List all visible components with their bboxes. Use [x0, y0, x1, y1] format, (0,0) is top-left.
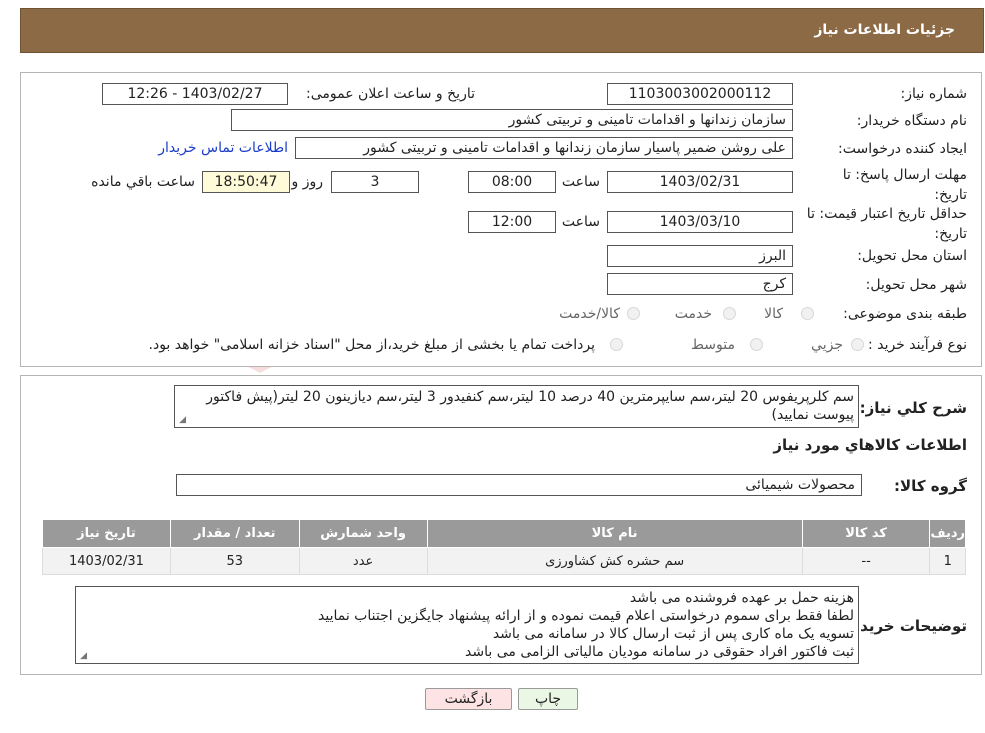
- deadline-time-label: ساعت: [561, 174, 600, 190]
- goods-group-label: گروه کالا:: [894, 477, 967, 495]
- process-radio-treasury[interactable]: [610, 338, 623, 351]
- process-option-medium: متوسط: [691, 337, 735, 353]
- table-row: 1 -- سم حشره کش کشاورزی عدد 53 1403/02/3…: [42, 547, 966, 575]
- price-valid-time-label: ساعت: [561, 214, 600, 230]
- remaining-time-field: 18:50:47: [202, 171, 290, 193]
- note-line: هزینه حمل بر عهده فروشنده می باشد: [629, 590, 854, 606]
- process-radio-medium[interactable]: [750, 338, 763, 351]
- page-title: جزئیات اطلاعات نیاز: [814, 22, 955, 38]
- price-valid-label: حداقل تاریخ اعتبار قیمت: تا تاریخ:: [806, 206, 967, 242]
- summary-label: شرح کلي نياز:: [859, 399, 967, 417]
- process-option-minor: جزیي: [811, 337, 843, 353]
- deadline-label: مهلت ارسال پاسخ: تا تاریخ:: [842, 167, 967, 203]
- creator-field: علی روشن ضمیر پاسیار سازمان زندانها و اق…: [295, 137, 793, 159]
- summary-textarea[interactable]: سم کلرپریفوس 20 لیتر،سم سایپرمترین 40 در…: [174, 385, 859, 428]
- cell-quantity: 53: [169, 547, 300, 575]
- cell-unit: عدد: [298, 547, 428, 575]
- col-need-date: تاریخ نیاز: [42, 519, 171, 548]
- col-row-number: رديف: [929, 519, 966, 548]
- deadline-date-field: 1403/02/31: [607, 171, 793, 193]
- days-field: 3: [331, 171, 419, 193]
- province-label: استان محل تحویل:: [857, 248, 967, 264]
- city-field: کرج: [607, 273, 793, 295]
- city-label: شهر محل تحویل:: [865, 277, 967, 293]
- remaining-label: ساعت باقي مانده: [91, 174, 195, 190]
- col-item-name: نام کالا: [426, 519, 803, 548]
- category-radio-service[interactable]: [723, 307, 736, 320]
- note-line: لطفا فقط برای سموم درخواستی اعلام قیمت ن…: [318, 608, 854, 624]
- print-button[interactable]: چاپ: [518, 688, 578, 710]
- process-note: پرداخت تمام یا بخشی از مبلغ خرید،از محل …: [148, 337, 595, 353]
- resize-grip-icon[interactable]: ◢: [177, 416, 186, 425]
- resize-grip-icon[interactable]: ◢: [78, 652, 87, 661]
- category-label: طبقه بندی موضوعی:: [843, 306, 967, 322]
- need-number-label: شماره نیاز:: [900, 86, 968, 102]
- buyer-contact-link[interactable]: اطلاعات تماس خریدار: [158, 140, 288, 156]
- note-line: تسویه یک ماه کاری پس از ثبت ارسال کالا د…: [492, 626, 854, 642]
- creator-label: ایجاد کننده درخواست:: [838, 141, 967, 157]
- cell-need-date: 1403/02/31: [42, 547, 171, 575]
- summary-text: سم کلرپریفوس 20 لیتر،سم سایپرمترین 40 در…: [206, 389, 854, 423]
- days-label: روز و: [291, 174, 324, 190]
- price-valid-date-field: 1403/03/10: [607, 211, 793, 233]
- goods-section-title: اطلاعات کالاهاي مورد نياز: [773, 436, 967, 454]
- category-radio-goods[interactable]: [801, 307, 814, 320]
- deadline-time-field: 08:00: [468, 171, 556, 193]
- goods-table: رديف کد کالا نام کالا واحد شمارش تعداد /…: [42, 519, 966, 575]
- cell-row-number: 1: [929, 547, 966, 575]
- cell-item-code: --: [801, 547, 931, 575]
- col-unit: واحد شمارش: [298, 519, 428, 548]
- goods-group-field: محصولات شیمیائی: [176, 474, 862, 496]
- note-line: ثبت فاکتور افراد حقوقی در سامانه مودیان …: [465, 644, 854, 660]
- process-radio-minor[interactable]: [851, 338, 864, 351]
- col-item-code: کد کالا: [801, 519, 931, 548]
- buyer-notes-label: توضیحات خریدار:: [840, 617, 967, 635]
- cell-item-name: سم حشره کش کشاورزی: [426, 547, 803, 575]
- back-button[interactable]: بازگشت: [425, 688, 512, 710]
- process-label: نوع فرآیند خرید :: [868, 337, 967, 353]
- category-option-goods-service: کالا/خدمت: [559, 306, 620, 322]
- announce-label: تاریخ و ساعت اعلان عمومی:: [306, 86, 475, 102]
- province-field: البرز: [607, 245, 793, 267]
- buyer-org-field: سازمان زندانها و اقدامات تامینی و تربیتی…: [231, 109, 793, 131]
- col-quantity: تعداد / مقدار: [169, 519, 300, 548]
- buyer-org-label: نام دستگاه خریدار:: [856, 113, 967, 129]
- category-option-goods: کالا: [764, 306, 783, 322]
- buyer-notes-textarea[interactable]: هزینه حمل بر عهده فروشنده می باشد لطفا ف…: [75, 586, 859, 664]
- goods-table-header: رديف کد کالا نام کالا واحد شمارش تعداد /…: [42, 519, 966, 548]
- announce-field: 1403/02/27 - 12:26: [102, 83, 288, 105]
- price-valid-time-field: 12:00: [468, 211, 556, 233]
- need-number-field: 1103003002000112: [607, 83, 793, 105]
- category-radio-goods-service[interactable]: [627, 307, 640, 320]
- category-option-service: خدمت: [674, 306, 712, 322]
